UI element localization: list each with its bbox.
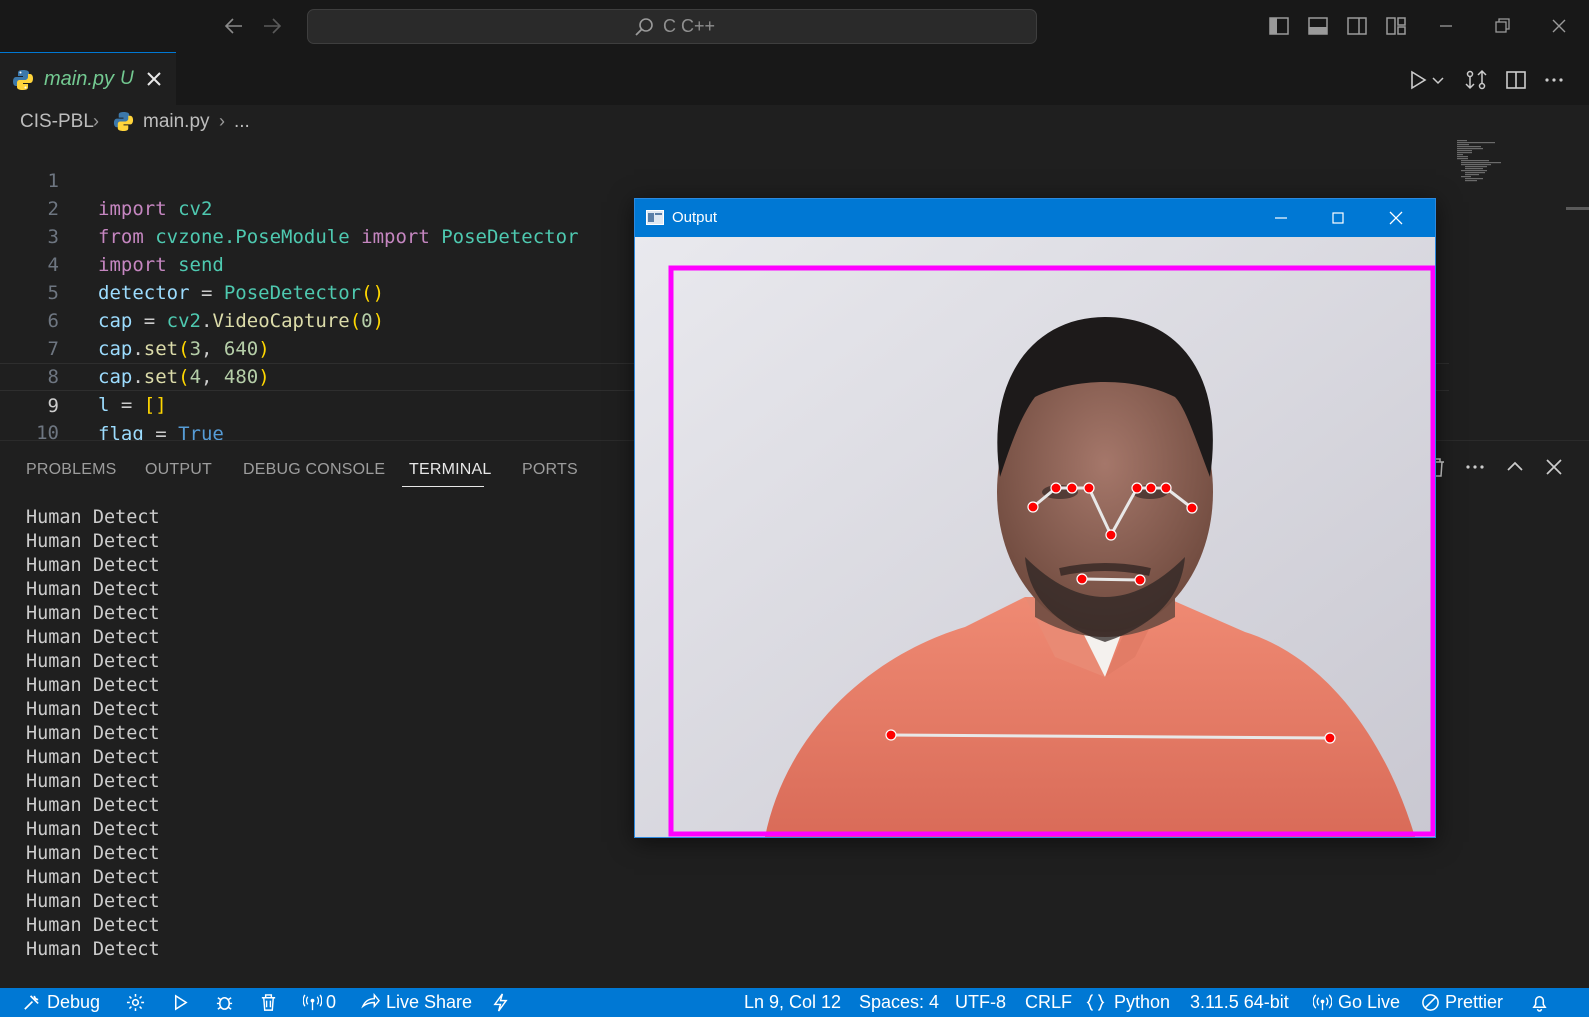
terminal-line: Human Detect [26,723,160,744]
command-center-search[interactable]: C C++ [307,9,1037,44]
minimize-icon[interactable] [1272,209,1290,227]
panel-more-actions-icon[interactable] [1464,456,1486,478]
terminal-line: Human Detect [26,531,160,552]
open-changes-icon[interactable] [1464,68,1488,92]
lightning-icon[interactable] [491,993,510,1012]
terminal-line: Human Detect [26,579,160,600]
terminal-line: Human Detect [26,699,160,720]
output-window-titlebar[interactable]: Output [635,199,1435,237]
status-bar: Debug 0 Live Share Ln 9, Col 12 Spaces: … [0,988,1589,1017]
maximize-icon[interactable] [1329,209,1347,227]
code-line: 1 import cv2 [0,139,1449,220]
prettier-disabled-icon [1421,993,1440,1012]
tab-filename: main.py [44,68,115,90]
breadcrumb-symbols[interactable]: ... [234,111,250,133]
maximize-panel-chevron-icon[interactable] [1504,456,1526,478]
close-panel-icon[interactable] [1543,456,1565,478]
chevron-right-icon: › [93,111,99,131]
toggle-sidebar-icon[interactable] [1267,14,1291,38]
terminal-line: Human Detect [26,939,160,960]
minimap[interactable] [1455,139,1515,189]
close-icon[interactable] [1547,14,1571,38]
close-tab-icon[interactable] [144,69,164,89]
gear-icon[interactable] [126,993,145,1012]
minimize-icon[interactable] [1434,14,1458,38]
live-share-icon[interactable] [361,993,380,1012]
cursor-position[interactable]: Ln 9, Col 12 [744,992,841,1013]
opencv-output-window[interactable]: Output [634,198,1436,838]
title-bar: C C++ [0,0,1589,52]
tab-ports[interactable]: PORTS [522,461,578,479]
terminal-line: Human Detect [26,795,160,816]
more-actions-icon[interactable] [1542,68,1566,92]
tab-untracked-status: U [120,68,134,89]
tab-main-py[interactable]: main.py U [0,52,176,105]
code-line: 2 from cvzone.PoseModule import PoseDete… [0,167,1449,248]
live-share-label[interactable]: Live Share [386,992,472,1013]
debug-bug-icon[interactable] [215,993,234,1012]
end-of-line[interactable]: CRLF [1025,992,1072,1013]
breadcrumb-file[interactable]: main.py [143,111,210,133]
trash-icon[interactable] [259,993,278,1012]
chevron-right-icon: › [219,111,225,131]
editor-tab-bar: main.py U [0,52,1589,105]
terminal-line: Human Detect [26,915,160,936]
prettier-status[interactable]: Prettier [1445,992,1503,1013]
window-app-icon [646,210,664,225]
debug-status[interactable]: Debug [47,992,100,1013]
split-editor-icon[interactable] [1504,68,1528,92]
tab-terminal[interactable]: TERMINAL [409,461,492,479]
output-window-title: Output [672,209,718,226]
terminal-output[interactable]: Human Detect Human Detect Human Detect H… [26,506,160,962]
tab-problems[interactable]: PROBLEMS [26,461,117,479]
webcam-frame [635,237,1435,837]
go-live-broadcast-icon [1313,993,1332,1012]
back-arrow-icon[interactable] [222,14,246,38]
terminal-line: Human Detect [26,747,160,768]
run-python-file-icon[interactable] [1406,68,1430,92]
run-dropdown-chevron-icon[interactable] [1430,68,1446,92]
go-live-button[interactable]: Go Live [1338,992,1400,1013]
python-file-icon [113,111,134,132]
toggle-panel-icon[interactable] [1306,14,1330,38]
terminal-line: Human Detect [26,867,160,888]
python-file-icon [12,69,34,91]
active-tab-indicator [402,486,484,487]
forwarded-ports-count[interactable]: 0 [326,992,336,1013]
language-mode[interactable]: Python [1114,992,1170,1013]
terminal-line: Human Detect [26,771,160,792]
debug-tools-icon [22,993,41,1012]
terminal-line: Human Detect [26,891,160,912]
language-braces-icon [1086,993,1105,1012]
run-icon[interactable] [171,993,190,1012]
tab-debug-console[interactable]: DEBUG CONSOLE [243,461,385,479]
breadcrumb: CIS-PBL › main.py › ... [0,105,1589,141]
notifications-bell-icon[interactable] [1530,993,1549,1012]
search-text: C C++ [663,16,716,36]
tab-output[interactable]: OUTPUT [145,461,212,479]
customize-layout-icon[interactable] [1384,14,1408,38]
forward-arrow-icon[interactable] [260,14,284,38]
terminal-line: Human Detect [26,627,160,648]
search-icon [634,17,654,37]
close-icon[interactable] [1387,209,1405,227]
breadcrumb-folder[interactable]: CIS-PBL [20,111,94,133]
terminal-line: Human Detect [26,819,160,840]
ports-broadcast-icon[interactable] [303,993,322,1012]
toggle-secondary-sidebar-icon[interactable] [1345,14,1369,38]
restore-icon[interactable] [1490,14,1514,38]
file-encoding[interactable]: UTF-8 [955,992,1006,1013]
indentation[interactable]: Spaces: 4 [859,992,939,1013]
python-interpreter[interactable]: 3.11.5 64-bit [1190,992,1289,1013]
editor-scrollbar-thumb[interactable] [1566,207,1589,210]
terminal-line: Human Detect [26,675,160,696]
terminal-line: Human Detect [26,555,160,576]
terminal-line: Human Detect [26,843,160,864]
terminal-line: Human Detect [26,603,160,624]
terminal-line: Human Detect [26,507,160,528]
terminal-line: Human Detect [26,651,160,672]
